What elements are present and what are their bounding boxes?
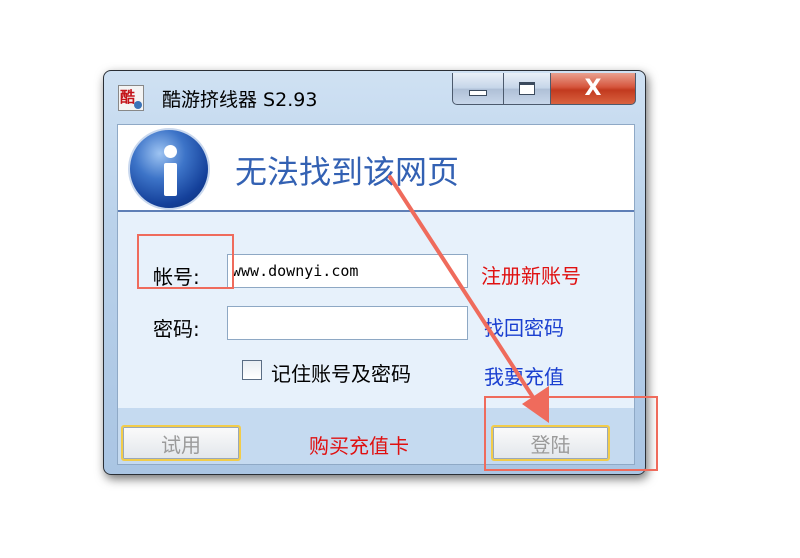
annotation-arrow-icon [388,175,549,423]
